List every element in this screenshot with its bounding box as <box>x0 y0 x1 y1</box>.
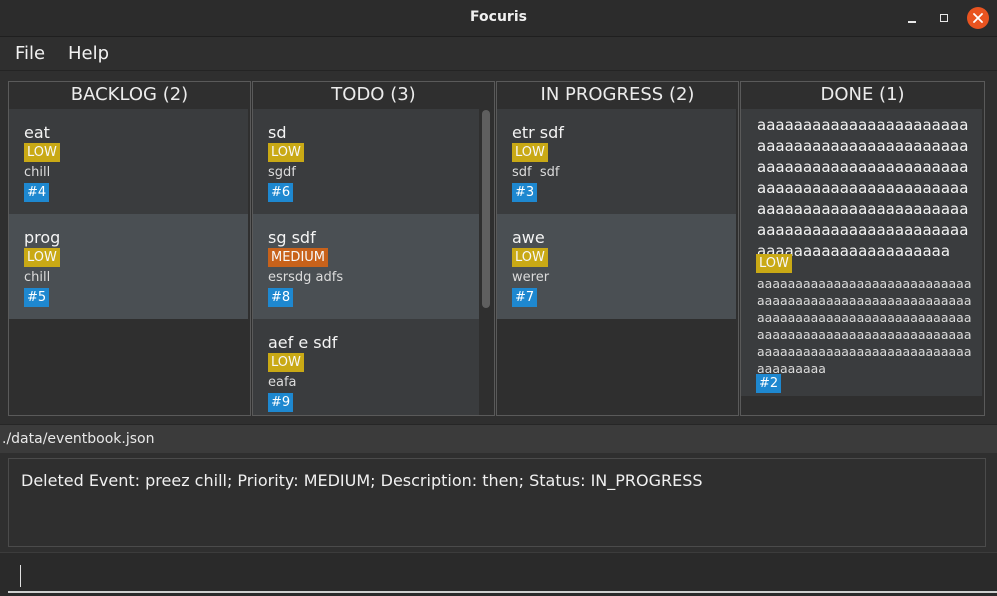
priority-badge: LOW <box>512 248 548 267</box>
title-bar: Focuris <box>0 0 997 37</box>
file-path: ./data/eventbook.json <box>2 431 155 447</box>
column-header: IN PROGRESS (2) <box>540 84 695 105</box>
result-display: Deleted Event: preez chill; Priority: ME… <box>8 458 986 547</box>
event-name: aef e sdf <box>268 333 338 352</box>
event-id-badge: #4 <box>24 183 50 202</box>
priority-badge: LOW <box>24 248 60 267</box>
column-header: TODO (3) <box>331 84 416 105</box>
priority-badge: LOW <box>756 254 792 273</box>
event-id-badge: #9 <box>268 393 294 412</box>
event-id-badge: #8 <box>268 288 294 307</box>
event-id-badge: #6 <box>268 183 294 202</box>
event-card[interactable]: sg sdf MEDIUM esrsdg adfs #8 <box>253 214 479 319</box>
event-id-badge: #5 <box>24 288 50 307</box>
event-name: etr sdf <box>512 123 564 142</box>
app-window: Focuris File Help BACKLOG (2) eat LOW ch… <box>0 0 997 596</box>
event-card[interactable]: aef e sdf LOW eafa #9 <box>253 319 479 415</box>
event-id-badge: #7 <box>512 288 538 307</box>
command-box-area <box>0 552 997 596</box>
column-done: DONE (1) aaaaaaaaaaaaaaaaaaaaaaaaaaaaaaa… <box>740 81 985 416</box>
text-cursor <box>20 565 21 587</box>
column-header: DONE (1) <box>820 84 905 105</box>
event-description: eafa <box>268 375 297 390</box>
column-backlog: BACKLOG (2) eat LOW chill #4 prog LOW ch… <box>8 81 251 416</box>
column-header: BACKLOG (2) <box>70 84 189 105</box>
event-description: sdf sdf <box>512 165 560 180</box>
event-card[interactable]: awe LOW werer #7 <box>497 214 736 319</box>
status-bar: ./data/eventbook.json <box>0 424 997 454</box>
priority-badge: LOW <box>512 143 548 162</box>
menu-file[interactable]: File <box>15 43 45 64</box>
event-id-badge: #2 <box>756 374 782 393</box>
result-display-area: Deleted Event: preez chill; Priority: ME… <box>0 453 997 552</box>
event-name: prog <box>24 228 61 247</box>
event-description: chill <box>24 165 51 180</box>
event-card[interactable]: eat LOW chill #4 <box>9 109 248 214</box>
event-card[interactable]: sd LOW sgdf #6 <box>253 109 479 214</box>
window-title: Focuris <box>470 9 527 25</box>
event-description: esrsdg adfs <box>268 270 344 285</box>
result-text: Deleted Event: preez chill; Priority: ME… <box>21 471 703 490</box>
minimize-icon[interactable] <box>902 8 922 28</box>
priority-badge: LOW <box>268 143 304 162</box>
event-description: aaaaaaaaaaaaaaaaaaaaaaaaaaaaaaaaaaaaaaaa… <box>757 276 972 376</box>
priority-badge: LOW <box>268 353 304 372</box>
event-card[interactable]: etr sdf LOW sdf sdf #3 <box>497 109 736 214</box>
column-in-progress: IN PROGRESS (2) etr sdf LOW sdf sdf #3 a… <box>496 81 739 416</box>
event-name: aaaaaaaaaaaaaaaaaaaaaaaaaaaaaaaaaaaaaaaa… <box>757 116 969 260</box>
priority-badge: LOW <box>24 143 60 162</box>
column-todo: TODO (3) sd LOW sgdf #6 sg sdf MEDIUM es… <box>252 81 495 416</box>
event-description: sgdf <box>268 165 296 180</box>
menu-bar: File Help <box>0 37 997 71</box>
event-card[interactable]: aaaaaaaaaaaaaaaaaaaaaaaaaaaaaaaaaaaaaaaa… <box>741 109 982 396</box>
event-card[interactable]: prog LOW chill #5 <box>9 214 248 319</box>
event-name: eat <box>24 123 50 142</box>
event-name: awe <box>512 228 545 247</box>
menu-help[interactable]: Help <box>68 43 109 64</box>
event-name: sd <box>268 123 287 142</box>
kanban-board: BACKLOG (2) eat LOW chill #4 prog LOW ch… <box>0 71 997 424</box>
event-description: chill <box>24 270 51 285</box>
event-name: sg sdf <box>268 228 316 247</box>
event-description: werer <box>512 270 550 285</box>
close-icon[interactable] <box>967 7 989 29</box>
priority-badge: MEDIUM <box>268 248 329 267</box>
todo-scrollbar[interactable] <box>482 110 490 308</box>
command-input[interactable] <box>8 557 997 593</box>
event-id-badge: #3 <box>512 183 538 202</box>
maximize-icon[interactable] <box>934 8 954 28</box>
